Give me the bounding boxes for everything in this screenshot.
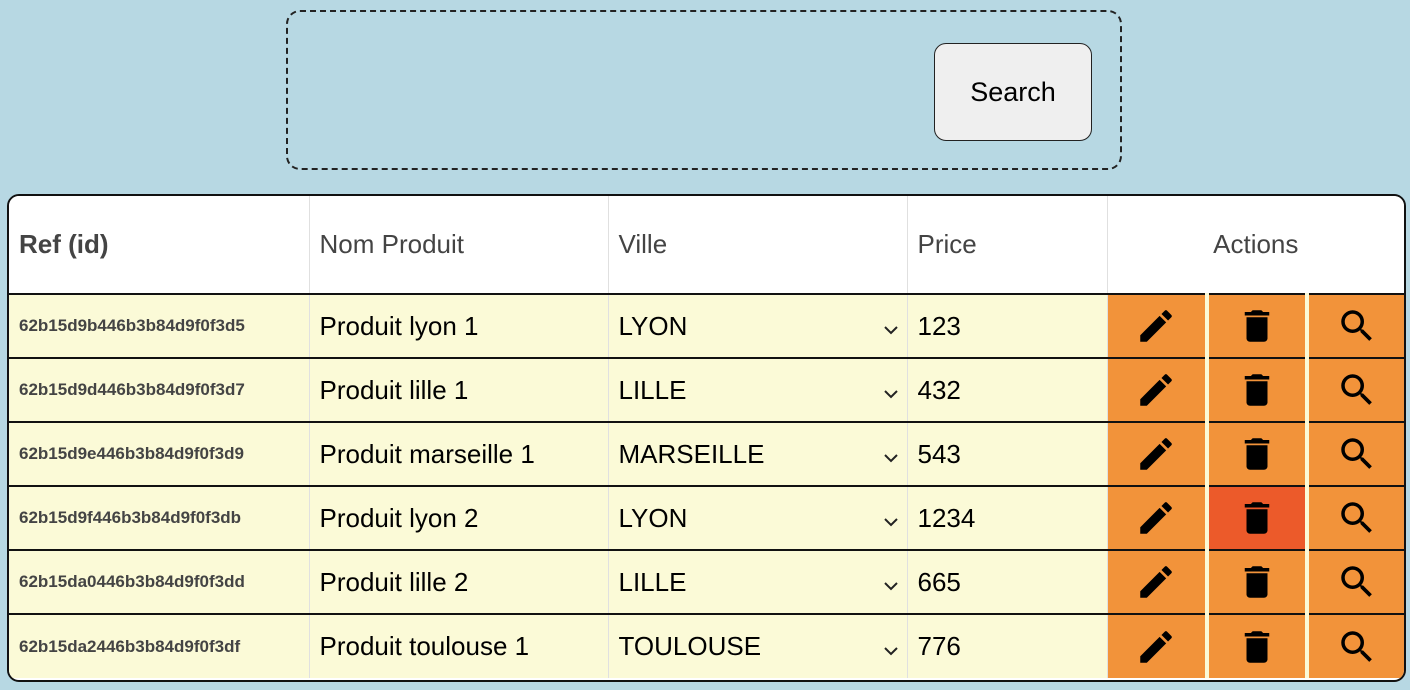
chevron-down-icon — [881, 637, 901, 657]
ref-cell: 62b15d9e446b3b84d9f0f3d9 — [9, 422, 310, 487]
table-row: 62b15d9b446b3b84d9f0f3d5 Produit lyon 1 LY… — [9, 294, 1404, 359]
ref-cell: 62b15d9b446b3b84d9f0f3d5 — [9, 294, 310, 359]
city-value: LILLE — [618, 566, 687, 597]
view-button[interactable] — [1307, 358, 1404, 423]
edit-icon — [1135, 373, 1177, 406]
search-area: Search — [286, 10, 1122, 170]
view-button[interactable] — [1307, 294, 1404, 359]
ref-cell: 62b15da2446b3b84d9f0f3df — [9, 614, 310, 678]
chevron-down-icon — [881, 572, 901, 592]
edit-icon — [1135, 309, 1177, 342]
delete-button[interactable] — [1207, 614, 1309, 678]
view-button[interactable] — [1307, 422, 1404, 487]
edit-button[interactable] — [1107, 358, 1209, 423]
search-icon — [1336, 373, 1378, 405]
table-body: 62b15d9b446b3b84d9f0f3d5 Produit lyon 1 LY… — [9, 294, 1404, 678]
ref-cell: 62b15d9d446b3b84d9f0f3d7 — [9, 358, 310, 423]
products-table: Ref (id) Nom Produit Ville Price Actions… — [7, 194, 1406, 682]
product-name-cell: Produit lille 2 — [309, 550, 609, 615]
edit-button[interactable] — [1107, 550, 1209, 615]
table-row: 62b15d9d446b3b84d9f0f3d7 Produit lille 1 L… — [9, 358, 1404, 423]
chevron-down-icon — [881, 508, 901, 528]
price-cell: 776 — [907, 614, 1108, 678]
view-button[interactable] — [1307, 550, 1404, 615]
price-cell: 432 — [907, 358, 1108, 423]
search-icon — [1336, 501, 1378, 533]
delete-icon — [1236, 373, 1278, 406]
edit-button[interactable] — [1107, 294, 1209, 359]
search-icon — [1336, 629, 1378, 662]
city-select[interactable]: LILLE — [608, 550, 908, 615]
city-value: MARSEILLE — [618, 438, 765, 469]
header-actions: Actions — [1107, 196, 1404, 295]
price-cell: 123 — [907, 294, 1108, 359]
table-row: 62b15d9f446b3b84d9f0f3db Produit lyon 2 LY… — [9, 486, 1404, 551]
ref-cell: 62b15d9f446b3b84d9f0f3db — [9, 486, 310, 551]
delete-button[interactable] — [1207, 486, 1309, 551]
delete-icon — [1236, 309, 1278, 342]
product-name-cell: Produit lille 1 — [309, 358, 609, 423]
city-value: LYON — [618, 310, 688, 341]
search-icon — [1336, 309, 1378, 341]
price-cell: 543 — [907, 422, 1108, 487]
search-icon — [1336, 437, 1378, 469]
delete-button[interactable] — [1207, 358, 1309, 423]
city-select[interactable]: LYON — [608, 486, 908, 551]
product-name-cell: Produit lyon 1 — [309, 294, 609, 359]
city-select[interactable]: MARSEILLE — [608, 422, 908, 487]
edit-button[interactable] — [1107, 614, 1209, 678]
chevron-down-icon — [881, 316, 901, 336]
delete-icon — [1236, 437, 1278, 470]
delete-button[interactable] — [1207, 294, 1309, 359]
product-name-cell: Produit lyon 2 — [309, 486, 609, 551]
edit-icon — [1135, 437, 1177, 470]
delete-button[interactable] — [1207, 550, 1309, 615]
price-cell: 1234 — [907, 486, 1108, 551]
edit-button[interactable] — [1107, 422, 1209, 487]
chevron-down-icon — [881, 444, 901, 464]
delete-icon — [1236, 629, 1278, 663]
view-button[interactable] — [1307, 486, 1404, 551]
price-cell: 665 — [907, 550, 1108, 615]
table-row: 62b15d9e446b3b84d9f0f3d9 Produit marseill… — [9, 422, 1404, 487]
city-value: LYON — [618, 502, 688, 533]
city-select[interactable]: LYON — [608, 294, 908, 359]
header-price: Price — [907, 196, 1108, 295]
product-name-cell: Produit toulouse 1 — [309, 614, 609, 678]
table-row: 62b15da2446b3b84d9f0f3df Produit toulouse… — [9, 614, 1404, 678]
table-row: 62b15da0446b3b84d9f0f3dd Produit lille 2 L… — [9, 550, 1404, 615]
header-name: Nom Produit — [309, 196, 609, 295]
table-header-row: Ref (id) Nom Produit Ville Price Actions — [9, 196, 1404, 295]
edit-icon — [1135, 501, 1177, 534]
city-value: LILLE — [618, 374, 687, 405]
edit-button[interactable] — [1107, 486, 1209, 551]
view-button[interactable] — [1307, 614, 1404, 678]
edit-icon — [1135, 629, 1177, 663]
edit-icon — [1135, 565, 1177, 598]
search-icon — [1336, 565, 1378, 597]
city-value: TOULOUSE — [618, 631, 762, 661]
chevron-down-icon — [881, 380, 901, 400]
city-select[interactable]: TOULOUSE — [608, 614, 908, 678]
header-ref: Ref (id) — [9, 196, 310, 295]
delete-icon — [1236, 501, 1278, 534]
delete-button[interactable] — [1207, 422, 1309, 487]
delete-icon — [1236, 565, 1278, 598]
ref-cell: 62b15da0446b3b84d9f0f3dd — [9, 550, 310, 615]
search-button[interactable]: Search — [934, 43, 1092, 141]
product-name-cell: Produit marseille 1 — [309, 422, 609, 487]
header-city: Ville — [608, 196, 908, 295]
city-select[interactable]: LILLE — [608, 358, 908, 423]
